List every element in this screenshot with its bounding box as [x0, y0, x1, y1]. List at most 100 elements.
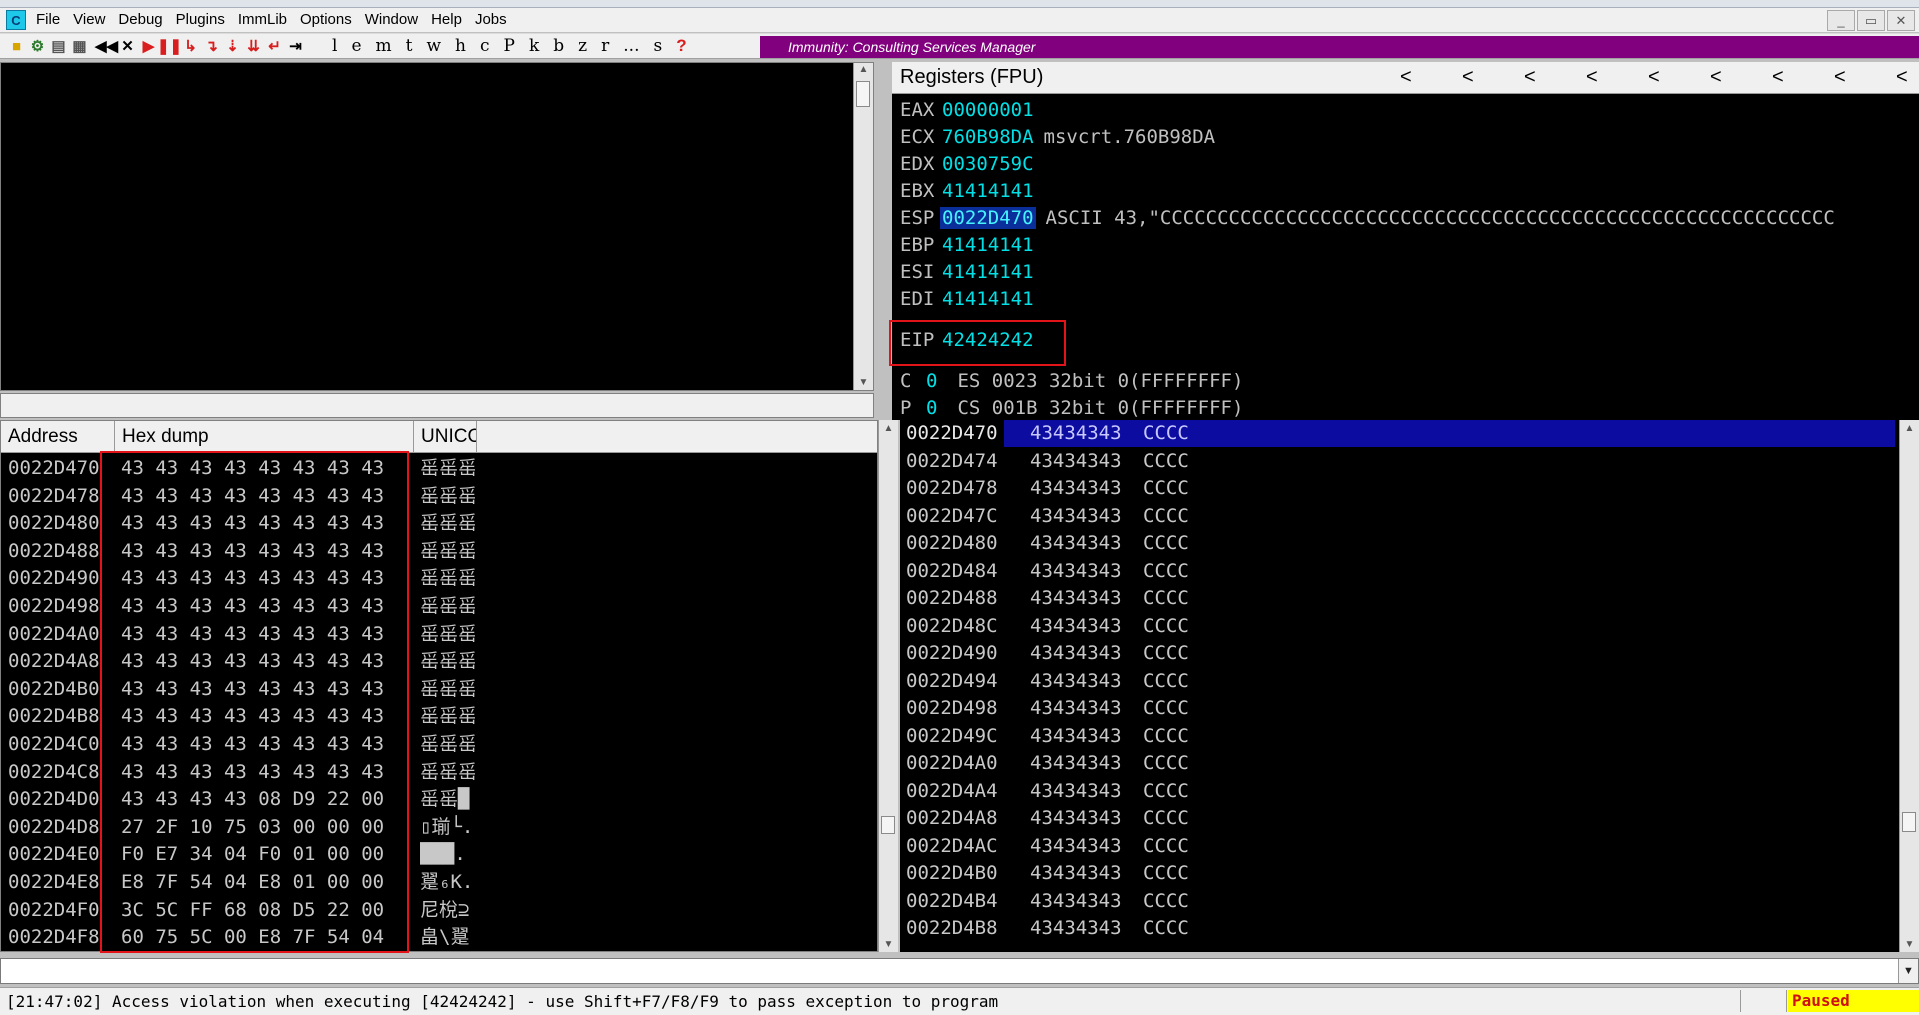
- register-eax[interactable]: EAX 00000001: [900, 97, 1044, 123]
- menu-debug[interactable]: Debug: [114, 8, 171, 32]
- stack-scroll-thumb[interactable]: [1902, 812, 1916, 832]
- stack-row[interactable]: 0022D4AC 43434343 CCCC: [900, 833, 1895, 860]
- toolbar-handles[interactable]: h: [455, 36, 466, 56]
- menu-immlib[interactable]: ImmLib: [234, 8, 296, 32]
- hex-dump-vertical-scrollbar[interactable]: ▲ ▼: [878, 420, 898, 952]
- stack-row[interactable]: 0022D474 43434343 CCCC: [900, 448, 1895, 475]
- attach-icon[interactable]: ⚙: [29, 36, 46, 56]
- toolbar-references[interactable]: r: [601, 36, 609, 56]
- stack-row[interactable]: 0022D48C 43434343 CCCC: [900, 613, 1895, 640]
- toolbar-callstack[interactable]: k: [529, 36, 539, 56]
- step-over-icon[interactable]: ↴: [203, 36, 220, 56]
- stack-row[interactable]: 0022D47C 43434343 CCCC: [900, 503, 1895, 530]
- command-line-input[interactable]: ▼: [0, 958, 1919, 984]
- column-header-hex-dump[interactable]: Hex dump: [115, 421, 414, 453]
- menu-file[interactable]: File: [32, 8, 69, 32]
- scroll-down-icon[interactable]: ▼: [854, 376, 873, 390]
- scroll-down-icon[interactable]: ▼: [1900, 938, 1919, 952]
- chevron-left-icon[interactable]: <: [1710, 66, 1722, 89]
- disassembly-scrollbar[interactable]: ▲ ▼: [853, 63, 873, 390]
- chevron-left-icon[interactable]: <: [1772, 66, 1784, 89]
- toolbar-cpu[interactable]: c: [480, 36, 490, 56]
- chevron-left-icon[interactable]: <: [1834, 66, 1846, 89]
- toolbar-threads[interactable]: t: [406, 36, 413, 56]
- stack-row[interactable]: 0022D4A4 43434343 CCCC: [900, 778, 1895, 805]
- toolbar-memory[interactable]: m: [376, 36, 392, 56]
- register-esp[interactable]: ESP 0022D470 ASCII 43,"CCCCCCCCCCCCCCCCCCC…: [900, 205, 1835, 231]
- menu-help[interactable]: Help: [427, 8, 471, 32]
- menu-plugins[interactable]: Plugins: [172, 8, 234, 32]
- register-value[interactable]: 41414141: [942, 180, 1034, 202]
- threads-icon[interactable]: ▦: [71, 36, 88, 56]
- register-edi[interactable]: EDI 41414141: [900, 286, 1044, 312]
- stack-row[interactable]: 0022D4B0 43434343 CCCC: [900, 860, 1895, 887]
- toolbar-log[interactable]: l: [332, 36, 337, 56]
- chevron-left-icon[interactable]: <: [1586, 66, 1598, 89]
- chevron-left-icon[interactable]: <: [1462, 66, 1474, 89]
- disassembly-scroll-thumb[interactable]: [856, 81, 870, 107]
- stack-row[interactable]: 0022D4B8 43434343 CCCC: [900, 915, 1895, 942]
- close-program-icon[interactable]: ✕: [119, 36, 136, 56]
- menu-jobs[interactable]: Jobs: [471, 8, 516, 32]
- scroll-down-icon[interactable]: ▼: [879, 938, 898, 952]
- go-to-icon[interactable]: ⇥: [287, 36, 304, 56]
- registers-pane[interactable]: Registers (FPU) < < < < < < < < < EAX 000…: [892, 62, 1919, 420]
- flag-value[interactable]: 0: [926, 370, 937, 392]
- command-history-dropdown[interactable]: ▼: [1898, 959, 1918, 983]
- toolbar-breakpoints[interactable]: b: [553, 36, 564, 56]
- menu-window[interactable]: Window: [361, 8, 427, 32]
- stack-row[interactable]: 0022D478 43434343 CCCC: [900, 475, 1895, 502]
- scroll-up-icon[interactable]: ▲: [1900, 422, 1919, 436]
- register-value[interactable]: 41414141: [942, 288, 1034, 310]
- stack-row[interactable]: 0022D494 43434343 CCCC: [900, 668, 1895, 695]
- step-into-icon[interactable]: ↳: [182, 36, 199, 56]
- restore-icon[interactable]: ▭: [1857, 10, 1885, 31]
- stack-pane[interactable]: 0022D470 43434343 CCCC 0022D474 43434343 CCCC…: [900, 420, 1919, 952]
- toolbar-source[interactable]: s: [654, 36, 663, 56]
- stack-row[interactable]: 0022D4A8 43434343 CCCC: [900, 805, 1895, 832]
- menu-options[interactable]: Options: [296, 8, 361, 32]
- column-header-address[interactable]: Address: [1, 421, 115, 453]
- toolbar-help[interactable]: ?: [676, 36, 686, 56]
- flag-p-row[interactable]: P 0 CS 001B 32bit 0(FFFFFFFF): [900, 395, 1243, 420]
- open-folder-icon[interactable]: ■: [8, 36, 25, 56]
- register-value[interactable]: 760B98DA: [942, 126, 1034, 148]
- trace-over-icon[interactable]: ⇊: [245, 36, 262, 56]
- chevron-left-icon[interactable]: <: [1524, 66, 1536, 89]
- scroll-up-icon[interactable]: ▲: [854, 63, 873, 77]
- chevron-left-icon[interactable]: <: [1896, 66, 1908, 89]
- register-esi[interactable]: ESI 41414141: [900, 259, 1044, 285]
- register-value-selected[interactable]: 0022D470: [940, 207, 1036, 229]
- stack-row[interactable]: 0022D480 43434343 CCCC: [900, 530, 1895, 557]
- window-icon[interactable]: ▤: [50, 36, 67, 56]
- execute-till-return-icon[interactable]: ↵: [266, 36, 283, 56]
- toolbar-windows[interactable]: w: [426, 36, 441, 56]
- stack-scrollbar[interactable]: ▲ ▼: [1899, 420, 1919, 952]
- chevron-left-icon[interactable]: <: [1400, 66, 1412, 89]
- disassembly-pane[interactable]: ▲ ▼: [0, 62, 874, 391]
- stack-row[interactable]: 0022D488 43434343 CCCC: [900, 585, 1895, 612]
- flag-value[interactable]: 0: [926, 397, 937, 419]
- toolbar-z[interactable]: z: [578, 36, 587, 56]
- register-value[interactable]: 00000001: [942, 99, 1034, 121]
- register-value[interactable]: 41414141: [942, 234, 1034, 256]
- stack-row[interactable]: 0022D4B4 43434343 CCCC: [900, 888, 1895, 915]
- register-edx[interactable]: EDX 0030759C: [900, 151, 1044, 177]
- chevron-left-icon[interactable]: <: [1648, 66, 1660, 89]
- stack-row[interactable]: 0022D4A0 43434343 CCCC: [900, 750, 1895, 777]
- register-value[interactable]: 41414141: [942, 261, 1034, 283]
- menu-view[interactable]: View: [69, 8, 114, 32]
- registers-header[interactable]: Registers (FPU) < < < < < < < < <: [892, 62, 1919, 94]
- flag-c-row[interactable]: C 0 ES 0023 32bit 0(FFFFFFFF): [900, 368, 1243, 394]
- register-ebx[interactable]: EBX 41414141: [900, 178, 1044, 204]
- stack-row[interactable]: 0022D49C 43434343 CCCC: [900, 723, 1895, 750]
- pause-icon[interactable]: ❚❚: [157, 36, 182, 56]
- stack-row[interactable]: 0022D498 43434343 CCCC: [900, 695, 1895, 722]
- stack-row[interactable]: 0022D484 43434343 CCCC: [900, 558, 1895, 585]
- minimize-icon[interactable]: _: [1827, 10, 1855, 31]
- register-ebp[interactable]: EBP 41414141: [900, 232, 1044, 258]
- app-icon[interactable]: C: [6, 10, 26, 30]
- toolbar-patches[interactable]: P: [504, 36, 515, 56]
- register-ecx[interactable]: ECX 760B98DA msvcrt.760B98DA: [900, 124, 1215, 150]
- restart-icon[interactable]: ◀◀: [95, 36, 118, 56]
